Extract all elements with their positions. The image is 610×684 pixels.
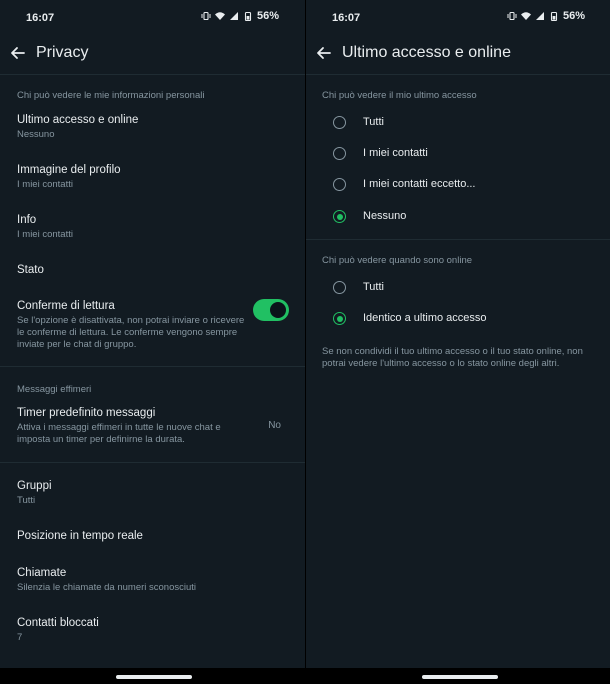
app-bar: Ultimo accesso e online bbox=[306, 34, 610, 75]
setting-default-message-timer[interactable]: Timer predefinito messaggi Attiva i mess… bbox=[0, 400, 305, 452]
radio-option-my-contacts[interactable]: I miei contatti bbox=[306, 139, 610, 169]
radio-option-nobody[interactable]: Nessuno bbox=[306, 202, 610, 232]
screens: 16:07 56% Privacy Chi può vedere le mie … bbox=[0, 0, 610, 684]
radio-label: Tutti bbox=[363, 281, 384, 293]
radio-button-selected[interactable] bbox=[333, 312, 346, 325]
privacy-screen: 16:07 56% Privacy Chi può vedere le mie … bbox=[0, 0, 305, 668]
radio-option-same-as-last-seen[interactable]: Identico a ultimo accesso bbox=[306, 304, 610, 334]
setting-status[interactable]: Stato bbox=[0, 256, 305, 288]
signal-icon bbox=[229, 12, 238, 20]
battery-icon bbox=[244, 11, 252, 21]
battery-level: 56% bbox=[562, 10, 585, 22]
setting-value: Nessuno bbox=[17, 129, 55, 140]
back-arrow-icon[interactable] bbox=[314, 43, 334, 63]
status-time: 16:07 bbox=[332, 12, 361, 24]
toggle-knob bbox=[270, 302, 286, 318]
setting-about[interactable]: Info I miei contatti bbox=[0, 206, 305, 252]
radio-button[interactable] bbox=[333, 178, 346, 191]
radio-button[interactable] bbox=[333, 147, 346, 160]
last-seen-screen: 16:07 56% Ultimo accesso e online Chi pu… bbox=[306, 0, 610, 668]
setting-title: Stato bbox=[17, 264, 44, 276]
status-bar: 16:07 56% bbox=[306, 0, 610, 34]
setting-title: Timer predefinito messaggi bbox=[17, 407, 156, 419]
setting-title: Conferme di lettura bbox=[17, 300, 115, 312]
status-time: 16:07 bbox=[26, 12, 55, 24]
setting-groups[interactable]: Gruppi Tutti bbox=[0, 472, 305, 518]
setting-value: 7 bbox=[17, 632, 23, 643]
radio-label: Identico a ultimo accesso bbox=[363, 312, 487, 324]
signal-icon bbox=[535, 12, 544, 20]
radio-button-selected[interactable] bbox=[333, 210, 346, 223]
read-receipts-toggle[interactable] bbox=[253, 299, 289, 321]
setting-title: Posizione in tempo reale bbox=[17, 530, 143, 542]
divider bbox=[0, 366, 305, 367]
setting-read-receipts[interactable]: Conferme di lettura Se l'opzione è disat… bbox=[0, 292, 305, 358]
setting-value: I miei contatti bbox=[17, 229, 73, 240]
radio-button[interactable] bbox=[333, 281, 346, 294]
setting-value: Silenzia le chiamate da numeri sconosciu… bbox=[17, 582, 197, 593]
setting-title: Immagine del profilo bbox=[17, 164, 121, 176]
status-bar: 16:07 56% bbox=[0, 0, 305, 34]
radio-label: Tutti bbox=[363, 116, 384, 128]
gesture-nav-bar[interactable] bbox=[116, 675, 192, 679]
status-icons: 56% bbox=[507, 10, 585, 22]
setting-title: Gruppi bbox=[17, 480, 52, 492]
section-header-personal-info: Chi può vedere le mie informazioni perso… bbox=[17, 90, 205, 101]
divider bbox=[0, 462, 305, 463]
vibrate-icon bbox=[201, 11, 211, 21]
wifi-icon bbox=[214, 12, 225, 20]
setting-title: Ultimo accesso e online bbox=[17, 114, 139, 126]
setting-title: Info bbox=[17, 214, 37, 226]
setting-calls[interactable]: Chiamate Silenzia le chiamate da numeri … bbox=[0, 559, 305, 605]
setting-title: Chiamate bbox=[17, 567, 67, 579]
battery-icon bbox=[550, 11, 558, 21]
section-header-online: Chi può vedere quando sono online bbox=[322, 255, 473, 266]
wifi-icon bbox=[520, 12, 531, 20]
radio-option-everyone[interactable]: Tutti bbox=[306, 108, 610, 138]
vibrate-icon bbox=[507, 11, 517, 21]
setting-value: Tutti bbox=[17, 495, 36, 506]
radio-label: I miei contatti bbox=[363, 147, 428, 159]
radio-option-my-contacts-except[interactable]: I miei contatti eccetto... bbox=[306, 170, 610, 200]
timer-value: No bbox=[268, 420, 281, 431]
back-arrow-icon[interactable] bbox=[8, 43, 28, 63]
divider bbox=[306, 239, 610, 240]
setting-value: I miei contatti bbox=[17, 179, 73, 190]
radio-option-online-everyone[interactable]: Tutti bbox=[306, 273, 610, 303]
setting-profile-photo[interactable]: Immagine del profilo I miei contatti bbox=[0, 156, 305, 202]
page-title: Ultimo accesso e online bbox=[342, 44, 511, 61]
setting-description: Se l'opzione è disattivata, non potrai i… bbox=[17, 315, 245, 350]
app-bar: Privacy bbox=[0, 34, 305, 75]
info-note: Se non condividi il tuo ultimo accesso o… bbox=[322, 346, 583, 369]
section-header-last-seen: Chi può vedere il mio ultimo accesso bbox=[322, 90, 477, 101]
setting-blocked-contacts[interactable]: Contatti bloccati 7 bbox=[0, 609, 305, 655]
setting-description: Attiva i messaggi effimeri in tutte le n… bbox=[17, 422, 221, 445]
page-title: Privacy bbox=[36, 44, 89, 61]
section-header-ephemeral: Messaggi effimeri bbox=[17, 384, 92, 395]
setting-last-seen[interactable]: Ultimo accesso e online Nessuno bbox=[0, 106, 305, 152]
radio-label: I miei contatti eccetto... bbox=[363, 178, 476, 190]
battery-level: 56% bbox=[256, 10, 279, 22]
gesture-nav-bar[interactable] bbox=[422, 675, 498, 679]
setting-title: Contatti bloccati bbox=[17, 617, 99, 629]
setting-live-location[interactable]: Posizione in tempo reale bbox=[0, 522, 305, 554]
radio-label: Nessuno bbox=[363, 210, 407, 222]
status-icons: 56% bbox=[201, 10, 279, 22]
radio-button[interactable] bbox=[333, 116, 346, 129]
